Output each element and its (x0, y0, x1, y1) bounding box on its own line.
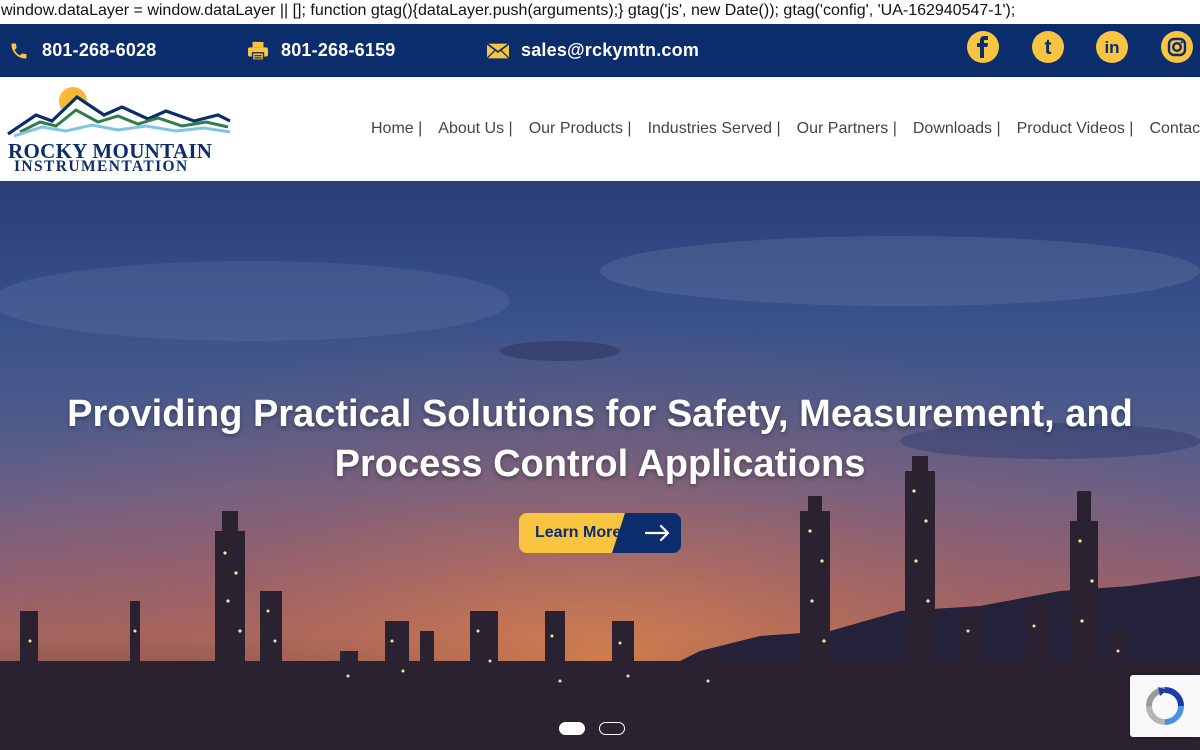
tumblr-icon[interactable]: t (1032, 31, 1064, 63)
phone-number: 801-268-6028 (42, 40, 157, 60)
phone-contact[interactable]: 801-268-6028 (8, 24, 157, 77)
fax-contact[interactable]: 801-268-6159 (247, 24, 396, 77)
slider-dot-2[interactable] (599, 722, 625, 735)
learn-more-button[interactable]: Learn More (519, 513, 681, 553)
svg-text:in: in (1104, 38, 1119, 57)
recaptcha-badge[interactable] (1130, 675, 1200, 737)
script-text-leak: window.dataLayer = window.dataLayer || [… (0, 0, 1200, 24)
nav-item-home[interactable]: Home | (371, 120, 422, 138)
instagram-icon[interactable] (1161, 31, 1193, 63)
company-logo[interactable]: ROCKY MOUNTAIN INSTRUMENTATION (6, 84, 234, 176)
nav-item-product-videos[interactable]: Product Videos | (1017, 120, 1134, 138)
phone-icon (8, 40, 30, 62)
learn-more-label: Learn More (535, 524, 622, 541)
slider-pagination (559, 722, 625, 735)
nav-item-about-us[interactable]: About Us | (438, 120, 512, 138)
fax-printer-icon (247, 40, 269, 62)
hero-slider: Providing Practical Solutions for Safety… (0, 181, 1200, 750)
mountain-logo-icon (6, 87, 231, 144)
site-header: ROCKY MOUNTAIN INSTRUMENTATION Home | Ab… (0, 77, 1200, 181)
email-contact[interactable]: sales@rckymtn.com (487, 24, 699, 77)
nav-item-contact[interactable]: Contact (1149, 120, 1200, 138)
nav-item-our-partners[interactable]: Our Partners | (797, 120, 897, 138)
recaptcha-icon (1146, 687, 1184, 725)
nav-item-downloads[interactable]: Downloads | (913, 120, 1001, 138)
envelope-icon (487, 40, 509, 62)
nav-item-industries-served[interactable]: Industries Served | (648, 120, 781, 138)
nav-item-our-products[interactable]: Our Products | (529, 120, 632, 138)
top-contact-bar: 801-268-6028 801-268-6159 sales@rckymtn.… (0, 24, 1200, 77)
email-address: sales@rckymtn.com (521, 40, 700, 60)
facebook-icon[interactable] (967, 31, 999, 63)
arrow-right-icon (645, 524, 670, 542)
svg-text:t: t (1045, 36, 1052, 59)
hero-headline-line-1: Providing Practical Solutions for Safety… (67, 393, 1133, 435)
logo-line-2: INSTRUMENTATION (14, 158, 189, 175)
hero-headline-line-2: Process Control Applications (334, 443, 866, 485)
main-nav: Home | About Us | Our Products | Industr… (371, 77, 1200, 181)
hero-headline: Providing Practical Solutions for Safety… (0, 389, 1200, 489)
fax-number: 801-268-6159 (281, 40, 396, 60)
linkedin-icon[interactable]: in (1096, 31, 1128, 63)
slider-dot-1[interactable] (559, 722, 585, 735)
